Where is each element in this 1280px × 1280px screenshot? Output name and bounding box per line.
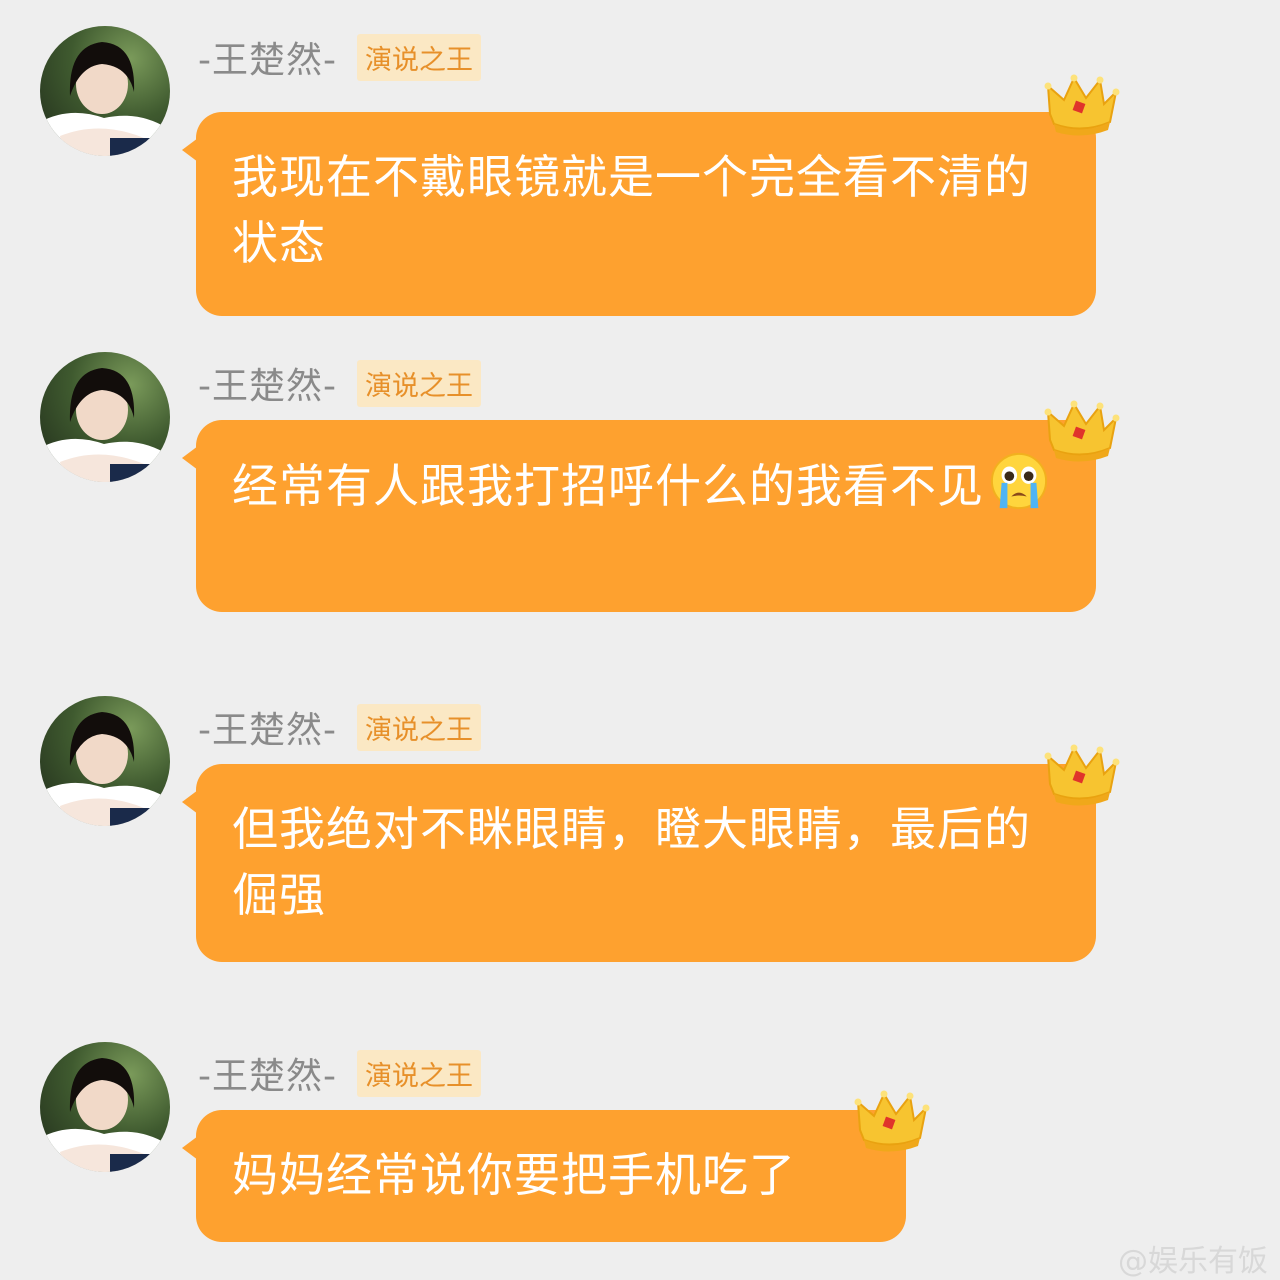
message-text: 但我绝对不眯眼睛，瞪大眼睛，最后的倔强: [232, 802, 1031, 922]
bubble-tail: [182, 790, 198, 814]
sender-name: -王楚然-: [198, 40, 337, 81]
title-badge: 演说之王: [356, 33, 481, 81]
message-text: 经常有人跟我打招呼什么的我看不见: [232, 459, 984, 513]
crown-icon: [1044, 74, 1120, 136]
avatar[interactable]: [40, 696, 170, 826]
sender-row: -王楚然- 演说之王: [198, 33, 481, 81]
message-text: 妈妈经常说你要把手机吃了: [232, 1148, 796, 1202]
bubble-tail: [182, 1136, 198, 1160]
crown-icon: [1044, 400, 1120, 462]
avatar[interactable]: [40, 1042, 170, 1172]
bubble-tail: [182, 138, 198, 162]
sender-row: -王楚然- 演说之王: [198, 703, 481, 751]
sender-name: -王楚然-: [198, 1056, 337, 1097]
message-bubble[interactable]: 我现在不戴眼镜就是一个完全看不清的状态: [182, 112, 1096, 316]
avatar[interactable]: [40, 352, 170, 482]
avatar[interactable]: [40, 26, 170, 156]
sender-row: -王楚然- 演说之王: [198, 1049, 481, 1097]
bubble-tail: [182, 446, 198, 470]
message-bubble[interactable]: 但我绝对不眯眼睛，瞪大眼睛，最后的倔强: [182, 764, 1096, 962]
crown-icon: [854, 1090, 930, 1152]
sender-name: -王楚然-: [198, 366, 337, 407]
crown-icon: [1044, 744, 1120, 806]
message-bubble[interactable]: 经常有人跟我打招呼什么的我看不见: [182, 420, 1096, 612]
crying-face-emoji-icon: [990, 452, 1048, 510]
title-badge: 演说之王: [356, 703, 481, 751]
message-bubble[interactable]: 妈妈经常说你要把手机吃了: [182, 1110, 906, 1242]
sender-name: -王楚然-: [198, 710, 337, 751]
title-badge: 演说之王: [356, 1049, 481, 1097]
message-text: 我现在不戴眼镜就是一个完全看不清的状态: [232, 150, 1031, 270]
title-badge: 演说之王: [356, 359, 481, 407]
sender-row: -王楚然- 演说之王: [198, 359, 481, 407]
watermark: @娱乐有饭: [1118, 1244, 1268, 1279]
